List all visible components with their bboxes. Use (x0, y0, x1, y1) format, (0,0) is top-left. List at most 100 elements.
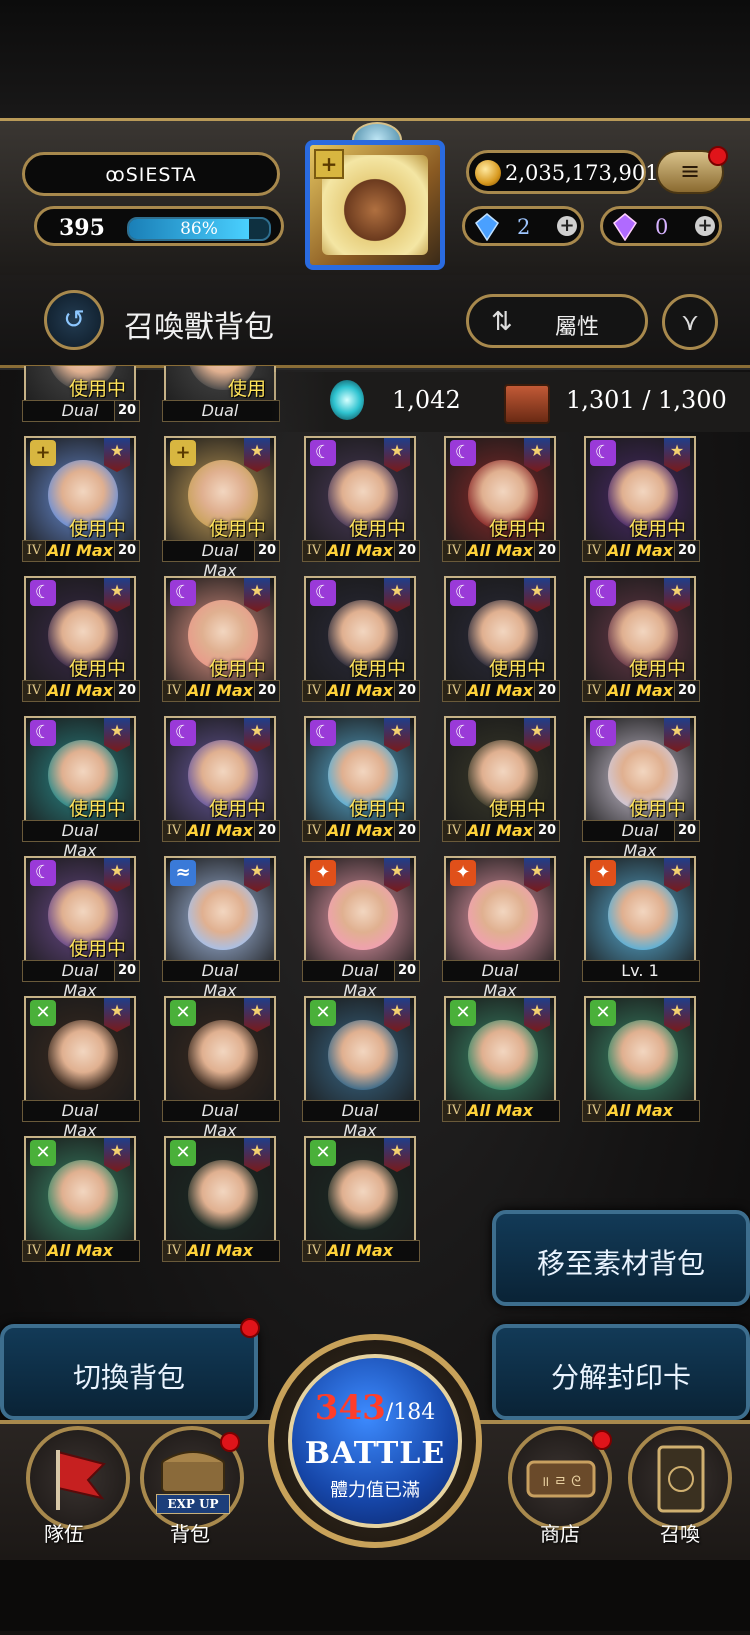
monster-card[interactable]: ✦ ★ Lv. 1 (582, 856, 700, 982)
card-status-text: All Max (187, 821, 253, 840)
tier-label: IV (23, 541, 46, 561)
exp-up-badge: EXP UP (156, 1494, 230, 1514)
summon-nav-button[interactable] (628, 1426, 732, 1530)
card-status-text: Dual Max (341, 1101, 379, 1140)
monster-card[interactable]: ☾ ★ 使用中 IV All Max 20 (22, 576, 140, 702)
leader-avatar[interactable]: + (305, 140, 445, 270)
monster-card[interactable]: ✕ ★ IV All Max (162, 1136, 280, 1262)
monster-card[interactable]: ☾ ★ 使用中 Dual Max (22, 716, 140, 860)
rank-badge-icon: ★ (244, 438, 270, 472)
add-crystal-button[interactable]: + (695, 216, 715, 236)
sort-button[interactable]: ⇅ 屬性 (466, 294, 648, 348)
summon-nav-label: 召喚 (660, 1522, 700, 1546)
diamond-pill[interactable]: 2 + (462, 206, 584, 246)
skill-level-label: 20 (394, 821, 419, 841)
card-status-text: All Max (467, 1101, 533, 1120)
monster-card[interactable]: ☾ ★ 使用中 IV All Max 20 (302, 716, 420, 842)
character-portrait (608, 880, 678, 950)
crystal-icon (613, 213, 637, 241)
in-use-label: 使用中 (68, 658, 126, 680)
move-to-material-button[interactable]: 移至素材背包 (492, 1210, 750, 1306)
card-status-bar: IV All Max 20 (162, 820, 280, 842)
card-art: ✕ ★ (304, 996, 416, 1102)
rank-badge-icon: ★ (384, 578, 410, 612)
team-nav-button[interactable] (26, 1426, 130, 1530)
card-status-bar: Dual Max (22, 820, 140, 860)
in-use-label: 使用中 (68, 518, 126, 540)
skill-level-label: 20 (254, 821, 279, 841)
monster-card[interactable]: ✦ ★ Dual Max (442, 856, 560, 1000)
rank-badge-icon: ★ (384, 1138, 410, 1172)
coins-pill[interactable]: 2,035,173,901 (466, 150, 659, 194)
page-title: 召喚獸背包 (124, 310, 274, 345)
monster-card[interactable]: ☾ ★ 使用中 IV All Max 20 (582, 436, 700, 562)
player-name-pill[interactable]: ꝏSIESTA (22, 152, 280, 196)
monster-card[interactable]: ✕ ★ IV All Max (22, 1136, 140, 1262)
monster-card[interactable]: ☾ ★ 使用中 IV All Max 20 (162, 576, 280, 702)
monster-card[interactable]: ☾ ★ 使用中 IV All Max 20 (442, 716, 560, 842)
monster-card[interactable]: + ★ 使用中 IV All Max 20 (22, 436, 140, 562)
card-art: + ★ 使用中 (24, 436, 136, 542)
tier-label: IV (583, 541, 606, 561)
card-status-bar: Dual Max 20 (302, 960, 420, 1000)
tier-label: IV (23, 681, 46, 701)
skill-level-label: 20 (114, 961, 139, 981)
monster-card[interactable]: ☾ ★ 使用中 IV All Max 20 (442, 436, 560, 562)
exp-percent: 86% (180, 219, 218, 239)
dark-attribute-icon: ☾ (170, 580, 196, 606)
tier-label: IV (443, 821, 466, 841)
monster-card[interactable]: ✕ ★ Dual Max (162, 996, 280, 1140)
crystal-pill[interactable]: 0 + (600, 206, 722, 246)
switch-bag-button[interactable]: 切換背包 (0, 1324, 258, 1420)
chest-icon (504, 384, 550, 424)
monster-card[interactable]: ☾ ★ 使用中 IV All Max 20 (162, 716, 280, 842)
player-level-pill[interactable]: 395 86% (34, 206, 284, 246)
battle-button[interactable]: 343/184 BATTLE 體力值已滿 (288, 1354, 462, 1528)
card-status-bar: IV All Max 20 (582, 680, 700, 702)
card-art: ☾ ★ 使用中 (24, 716, 136, 822)
monster-card[interactable]: ☾ ★ 使用中 IV All Max 20 (302, 576, 420, 702)
rank-badge-icon: ★ (664, 858, 690, 892)
tier-label: IV (583, 1101, 606, 1121)
monster-card[interactable]: ☾ ★ 使用中 IV All Max 20 (302, 436, 420, 562)
coin-icon (475, 160, 501, 186)
card-art: ☾ ★ 使用中 (584, 576, 696, 682)
rank-badge-icon: ★ (524, 998, 550, 1032)
card-status-text: All Max (607, 541, 673, 560)
monster-card[interactable]: ✕ ★ IV All Max (302, 1136, 420, 1262)
skill-level-label: 20 (674, 541, 699, 561)
monster-card[interactable]: ☾ ★ 使用中 Dual Max 20 (22, 856, 140, 1000)
bag-notification-dot (220, 1432, 240, 1452)
filter-button[interactable]: ⋎ (662, 294, 718, 350)
card-status-bar: IV All Max 20 (442, 540, 560, 562)
dark-attribute-icon: ☾ (170, 720, 196, 746)
skill-level-label: 20 (534, 541, 559, 561)
card-status-bar: IV All Max 20 (302, 820, 420, 842)
in-use-label: 使用中 (628, 658, 686, 680)
monster-card[interactable]: ✕ ★ Dual Max (302, 996, 420, 1140)
card-status-bar: Dual Max (162, 1100, 280, 1140)
card-status-text: All Max (327, 821, 393, 840)
card-status-text: All Max (47, 1241, 113, 1260)
card-status-text: All Max (47, 681, 113, 700)
skill-level-label: 20 (674, 821, 699, 841)
battle-label: BATTLE (304, 1436, 446, 1471)
monster-card[interactable]: ✕ ★ IV All Max (582, 996, 700, 1122)
wood-attribute-icon: ✕ (170, 1000, 196, 1026)
stamina-current: 343 (314, 1388, 386, 1428)
monster-card[interactable]: ☾ ★ 使用中 IV All Max 20 (442, 576, 560, 702)
monster-card[interactable]: ☾ ★ 使用中 IV All Max 20 (582, 576, 700, 702)
add-diamond-button[interactable]: + (557, 216, 577, 236)
card-status-bar: IV All Max (162, 1240, 280, 1262)
monster-card[interactable]: ☾ ★ 使用中 Dual Max 20 (582, 716, 700, 860)
decompose-seal-button[interactable]: 分解封印卡 (492, 1324, 750, 1420)
card-art: ☾ ★ 使用中 (164, 716, 276, 822)
monster-card[interactable]: ≈ ★ Dual Max (162, 856, 280, 1000)
monster-card[interactable]: ✕ ★ Dual Max (22, 996, 140, 1140)
switch-bag-label: 切換背包 (72, 1361, 185, 1394)
monster-card[interactable]: ✦ ★ Dual Max 20 (302, 856, 420, 1000)
monster-card[interactable]: ✕ ★ IV All Max (442, 996, 560, 1122)
monster-card[interactable]: + ★ 使用中Dual Max 20 (162, 436, 280, 580)
back-button[interactable]: ↺ (44, 290, 104, 350)
card-status-bar: Dual Max (442, 960, 560, 1000)
